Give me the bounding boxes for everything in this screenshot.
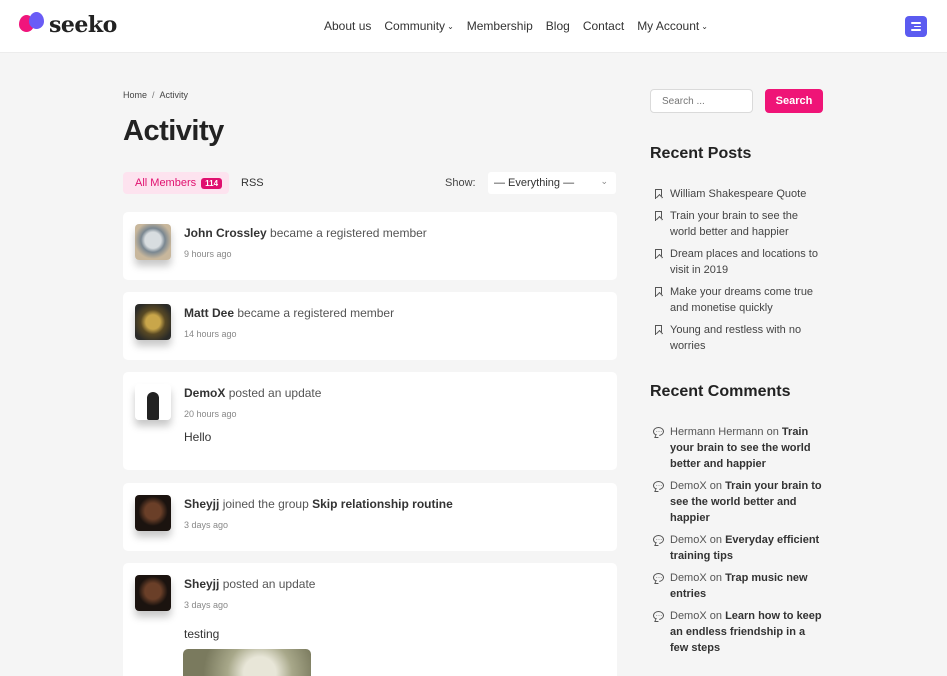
nav-item-membership[interactable]: Membership [467, 19, 533, 33]
filter-menu-icon[interactable] [905, 16, 927, 37]
comment-icon [653, 477, 664, 493]
site-logo[interactable]: seeko [18, 11, 117, 39]
tab-all-members[interactable]: All Members 114 [123, 172, 230, 194]
comment-icon [653, 569, 664, 585]
list-item[interactable]: Young and restless with no worries [653, 322, 823, 354]
activity-user-link[interactable]: John Crossley [184, 226, 267, 240]
activity-tabs: All Members 114 RSS [123, 172, 264, 194]
main-nav: About us Community ⌄ Membership Blog Cont… [324, 19, 721, 33]
balloon-logo-icon [18, 11, 46, 39]
chevron-down-icon: ⌄ [701, 21, 708, 31]
list-item: DemoX on Trap music new entries [653, 569, 823, 602]
activity-group-link[interactable]: Skip relationship routine [312, 497, 453, 511]
activity-item: Matt Dee became a registered member 14 h… [123, 292, 617, 360]
bookmark-icon [655, 249, 662, 259]
avatar[interactable] [135, 575, 171, 611]
comment-icon [653, 423, 664, 439]
breadcrumb-current: Activity [159, 90, 189, 100]
search-button[interactable]: Search [765, 89, 823, 113]
nav-item-contact[interactable]: Contact [583, 19, 624, 33]
avatar[interactable] [135, 224, 171, 260]
activity-image[interactable] [183, 649, 311, 676]
comment-author: DemoX [670, 480, 707, 492]
list-item: DemoX on Train your brain to see the wor… [653, 477, 823, 526]
chevron-down-icon: ⌄ [447, 21, 454, 31]
nav-item-blog[interactable]: Blog [546, 19, 570, 33]
recent-posts-list: William Shakespeare Quote Train your bra… [653, 186, 823, 360]
activity-user-link[interactable]: Matt Dee [184, 306, 234, 320]
list-item[interactable]: Make your dreams come true and monetise … [653, 284, 823, 316]
activity-timestamp[interactable]: 20 hours ago [184, 409, 237, 419]
show-label: Show: [445, 177, 476, 189]
activity-content: testing [184, 627, 220, 641]
breadcrumb: Home / Activity [123, 90, 189, 100]
comment-author: DemoX [670, 610, 707, 622]
comment-author: DemoX [670, 572, 707, 584]
breadcrumb-home[interactable]: Home [123, 90, 147, 100]
page-title: Activity [123, 115, 224, 147]
nav-item-about[interactable]: About us [324, 19, 371, 33]
activity-timestamp[interactable]: 3 days ago [184, 600, 228, 610]
chevron-down-icon: ⌄ [600, 176, 608, 186]
logo-text: seeko [49, 12, 117, 38]
recent-comments-title: Recent Comments [650, 383, 791, 400]
nav-item-my-account[interactable]: My Account ⌄ [637, 19, 708, 33]
recent-comments-list: Hermann Hermann on Train your brain to s… [653, 423, 823, 662]
comment-icon [653, 607, 664, 623]
activity-item: John Crossley became a registered member… [123, 212, 617, 280]
activity-timestamp[interactable]: 3 days ago [184, 520, 228, 530]
nav-item-community[interactable]: Community ⌄ [384, 19, 453, 33]
list-item: Hermann Hermann on Train your brain to s… [653, 423, 823, 472]
activity-item: Sheyjj joined the group Skip relationshi… [123, 483, 617, 551]
recent-posts-title: Recent Posts [650, 145, 752, 162]
list-item: DemoX on Learn how to keep an endless fr… [653, 607, 823, 656]
activity-user-link[interactable]: DemoX [184, 386, 225, 400]
activity-user-link[interactable]: Sheyjj [184, 577, 219, 591]
avatar[interactable] [135, 304, 171, 340]
avatar[interactable] [135, 495, 171, 531]
comment-author: DemoX [670, 534, 707, 546]
activity-item: Sheyjj posted an update 3 days ago testi… [123, 563, 617, 676]
activity-content: Hello [184, 430, 212, 444]
bookmark-icon [655, 211, 662, 221]
bookmark-icon [655, 287, 662, 297]
member-count-badge: 114 [201, 177, 223, 189]
list-item[interactable]: Dream places and locations to visit in 2… [653, 246, 823, 278]
list-item[interactable]: William Shakespeare Quote [653, 186, 823, 202]
tab-rss[interactable]: RSS [241, 177, 264, 189]
activity-timestamp[interactable]: 9 hours ago [184, 249, 232, 259]
activity-item: DemoX posted an update 20 hours ago Hell… [123, 372, 617, 470]
site-header: seeko About us Community ⌄ Membership Blo… [0, 0, 947, 53]
activity-filter-select[interactable]: — Everything — ⌄ [488, 172, 616, 194]
activity-user-link[interactable]: Sheyjj [184, 497, 219, 511]
bookmark-icon [655, 325, 662, 335]
list-item: DemoX on Everyday efficient training tip… [653, 531, 823, 564]
comment-icon [653, 531, 664, 547]
list-item[interactable]: Train your brain to see the world better… [653, 208, 823, 240]
search-input[interactable] [650, 89, 753, 113]
bookmark-icon [655, 189, 662, 199]
avatar[interactable] [135, 384, 171, 420]
activity-timestamp[interactable]: 14 hours ago [184, 329, 237, 339]
comment-author: Hermann Hermann [670, 426, 764, 438]
